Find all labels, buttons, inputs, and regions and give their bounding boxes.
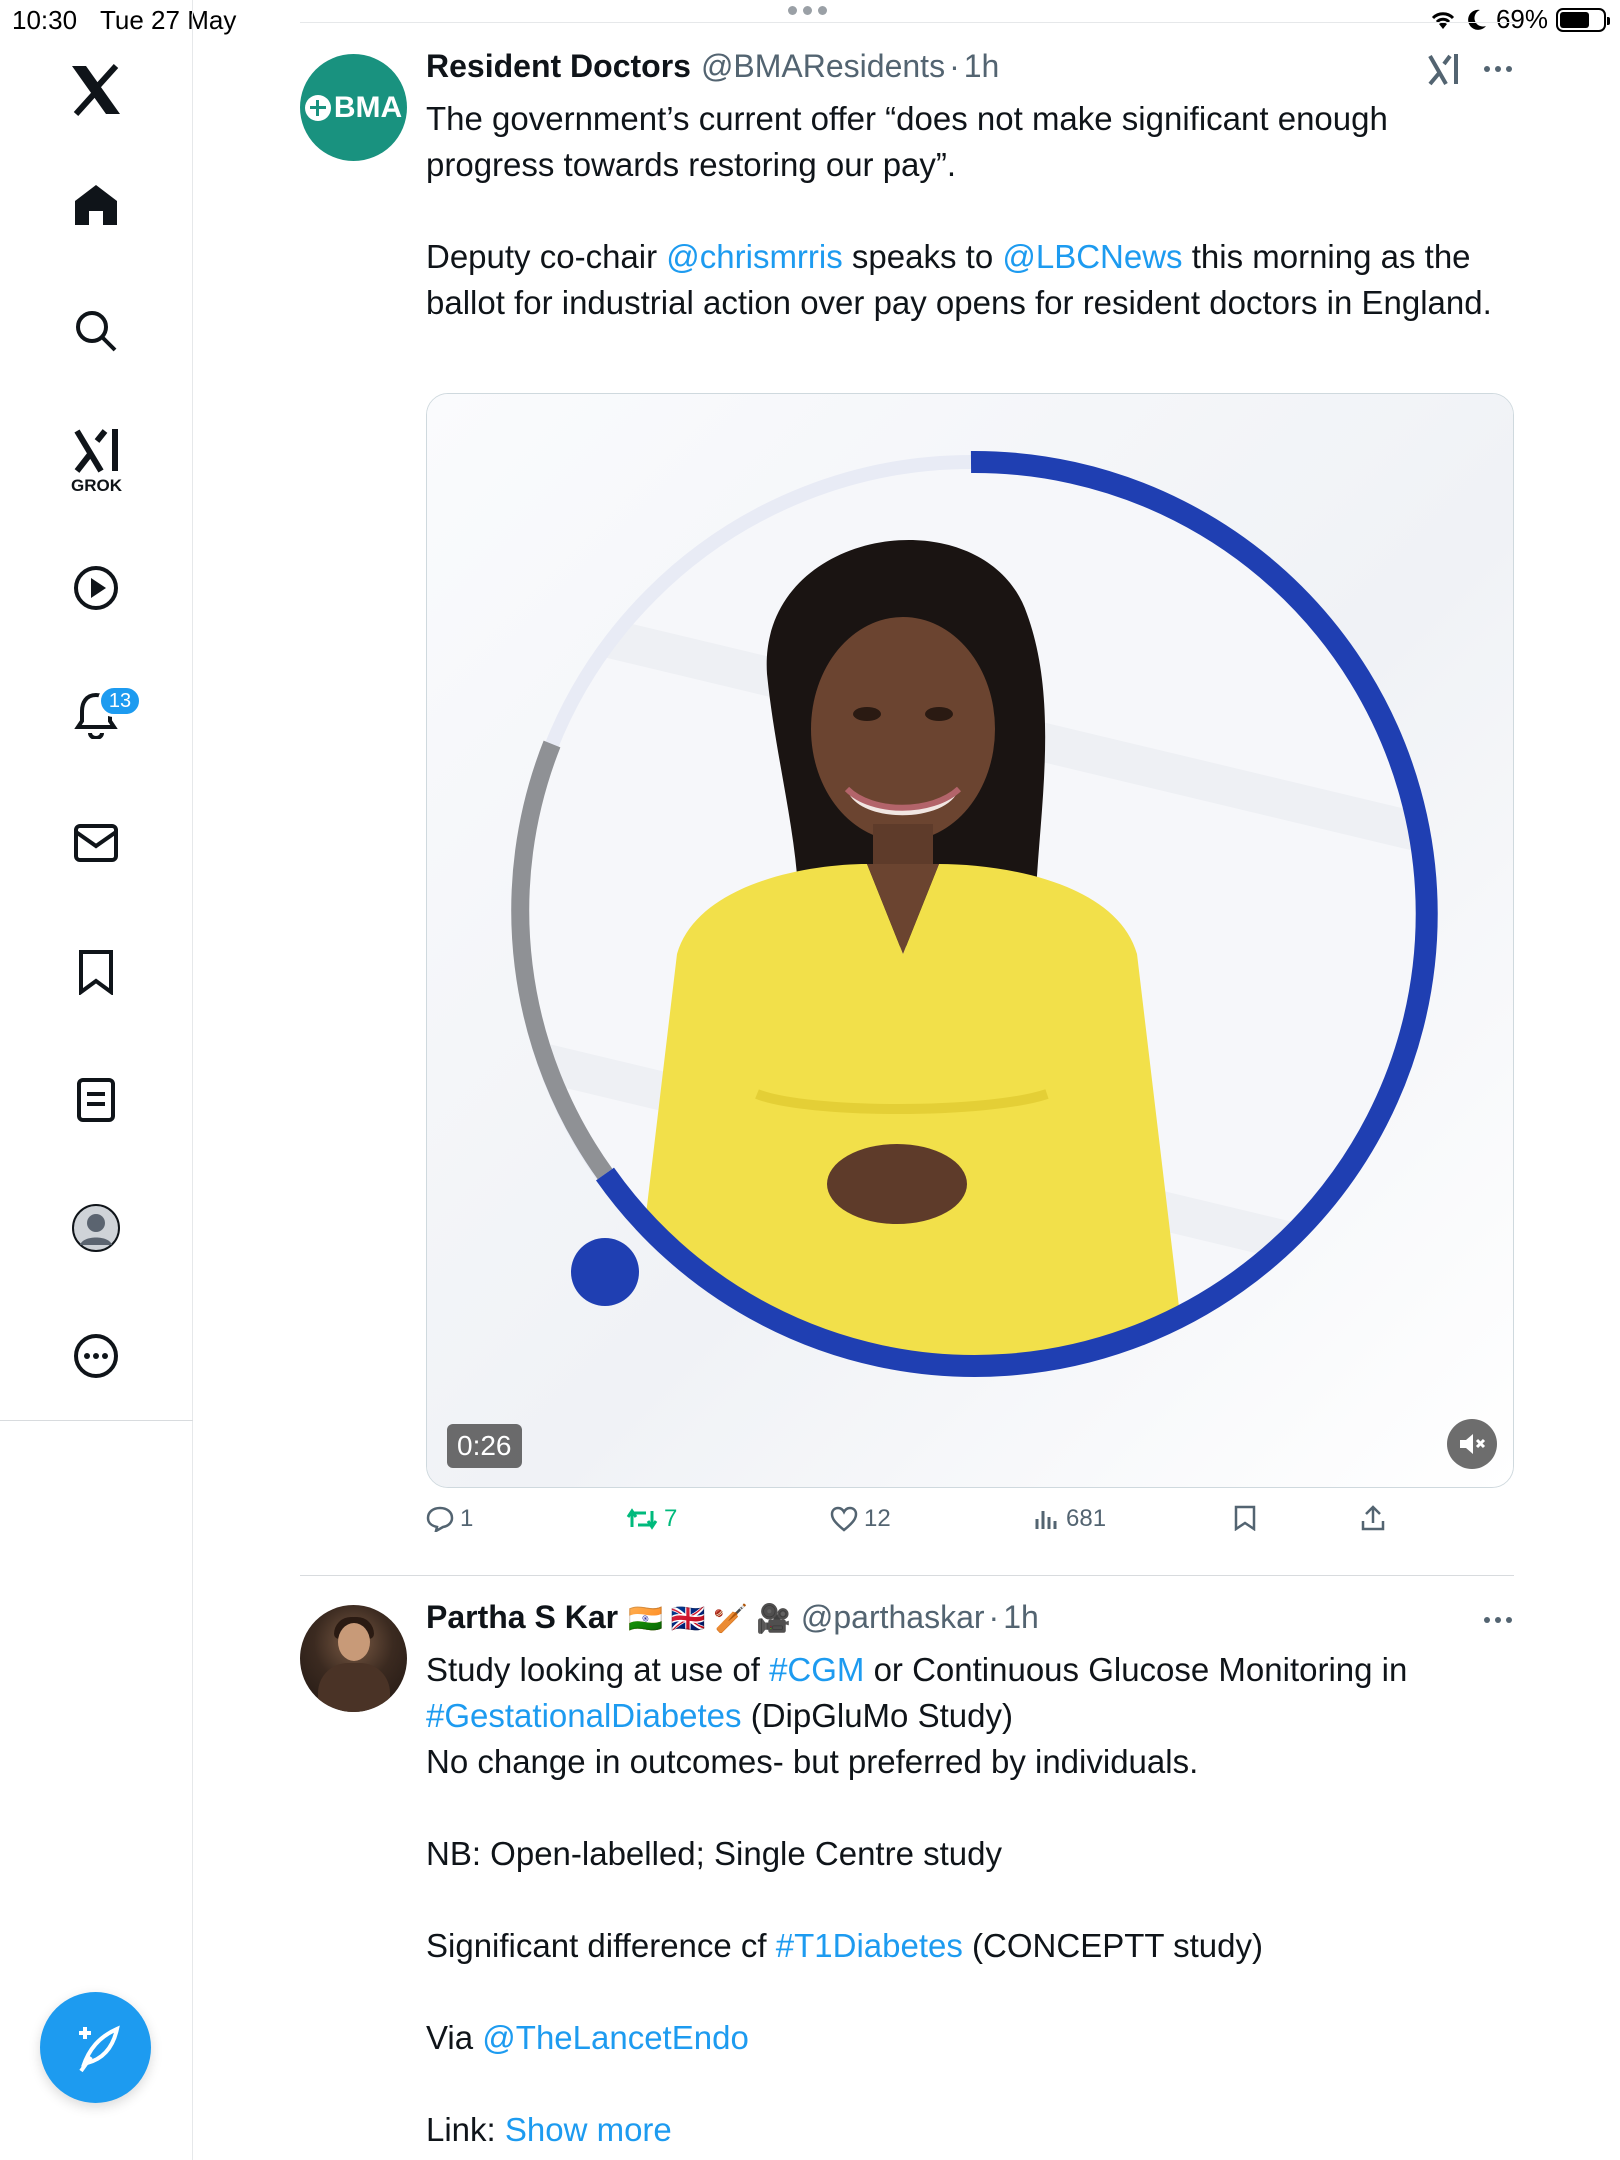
tweet-header: Partha S Kar 🇮🇳 🇬🇧 🏏 🎥 @parthaskar · 1h: [426, 1599, 1039, 1636]
list-icon[interactable]: [56, 1060, 136, 1140]
tweet-header: Resident Doctors @BMAResidents · 1h: [426, 48, 1000, 85]
retweet-icon: [626, 1508, 658, 1530]
grok-label: GROK: [71, 476, 122, 495]
compose-feather-icon: [78, 2025, 120, 2072]
author-handle[interactable]: @parthaskar: [801, 1599, 985, 1636]
tweet-actions: 1 7 12 681: [426, 1505, 1514, 1545]
mail-icon[interactable]: [56, 803, 136, 883]
share-button[interactable]: [1360, 1505, 1386, 1531]
mention-link[interactable]: @TheLancetEndo: [482, 2019, 749, 2056]
status-right: 69%: [1428, 4, 1610, 35]
muted-speaker-icon: [1460, 1434, 1486, 1454]
tweet-time[interactable]: 1h: [964, 48, 1000, 85]
author-name[interactable]: Resident Doctors: [426, 48, 691, 85]
views-chart-icon: [1035, 1511, 1057, 1529]
tweet-divider: [300, 1575, 1514, 1576]
retweet-count: 7: [664, 1505, 678, 1532]
video-player[interactable]: 0:26: [426, 393, 1514, 1488]
share-icon: [1361, 1505, 1385, 1531]
like-button[interactable]: 12: [830, 1505, 891, 1533]
video-duration: 0:26: [447, 1424, 522, 1468]
video-frame: [511, 450, 1438, 1377]
tweet-text: The government’s current offer “does not…: [426, 100, 1492, 321]
bookmark-icon[interactable]: [56, 932, 136, 1012]
avatar[interactable]: [300, 1605, 407, 1712]
hashtag-link[interactable]: #CGM: [769, 1651, 864, 1688]
view-count: 681: [1066, 1505, 1107, 1532]
tweet-time[interactable]: 1h: [1003, 1599, 1039, 1636]
grok-icon[interactable]: [1426, 52, 1460, 86]
play-circle-icon[interactable]: [56, 548, 136, 628]
author-emoji-flags: 🇮🇳 🇬🇧 🏏 🎥: [628, 1603, 791, 1634]
notification-badge: 13: [98, 685, 142, 717]
multitask-dots-icon[interactable]: [788, 6, 827, 15]
more-icon[interactable]: [56, 1316, 136, 1396]
progress-knob: [571, 1238, 639, 1306]
hashtag-link[interactable]: #GestationalDiabetes: [426, 1697, 742, 1734]
views-button[interactable]: 681: [1034, 1505, 1106, 1533]
feed-top-rule: [300, 22, 1514, 23]
compose-button[interactable]: [40, 1992, 151, 2103]
reply-button[interactable]: 1: [426, 1505, 473, 1533]
tweet-text: Study looking at use of #CGM or Continuo…: [426, 1651, 1408, 2148]
status-bar: 10:30 Tue 27 May 69%: [0, 0, 1620, 40]
like-count: 12: [864, 1505, 891, 1532]
mention-link[interactable]: @chrismrris: [666, 238, 842, 275]
more-options-icon[interactable]: [1484, 1617, 1512, 1623]
mute-button[interactable]: [1447, 1419, 1497, 1469]
wifi-icon: [1431, 11, 1455, 29]
x-logo-icon[interactable]: [56, 50, 136, 130]
reply-icon: [426, 1506, 454, 1532]
search-icon[interactable]: [56, 291, 136, 371]
battery-icon: [1556, 7, 1610, 32]
author-name[interactable]: Partha S Kar: [426, 1599, 618, 1636]
sidebar: GROK 13: [0, 0, 193, 2160]
more-options-icon[interactable]: [1484, 66, 1512, 72]
bookmark-button[interactable]: [1234, 1505, 1256, 1531]
author-handle[interactable]: @BMAResidents: [701, 48, 945, 85]
bma-logo-icon: [304, 94, 331, 121]
retweet-button[interactable]: 7: [626, 1505, 677, 1533]
heart-icon: [830, 1506, 858, 1532]
avatar[interactable]: BMA: [300, 54, 407, 161]
battery-percent: 69%: [1495, 4, 1548, 34]
home-icon[interactable]: [56, 165, 136, 245]
moon-icon: [1468, 9, 1486, 30]
show-more-link[interactable]: Show more: [505, 2111, 672, 2148]
sidebar-divider: [0, 1420, 193, 1421]
hashtag-link[interactable]: #T1Diabetes: [776, 1927, 963, 1964]
bookmark-icon: [1234, 1505, 1256, 1531]
reply-count: 1: [460, 1505, 474, 1532]
profile-icon[interactable]: [56, 1188, 136, 1268]
mention-link[interactable]: @LBCNews: [1002, 238, 1182, 275]
